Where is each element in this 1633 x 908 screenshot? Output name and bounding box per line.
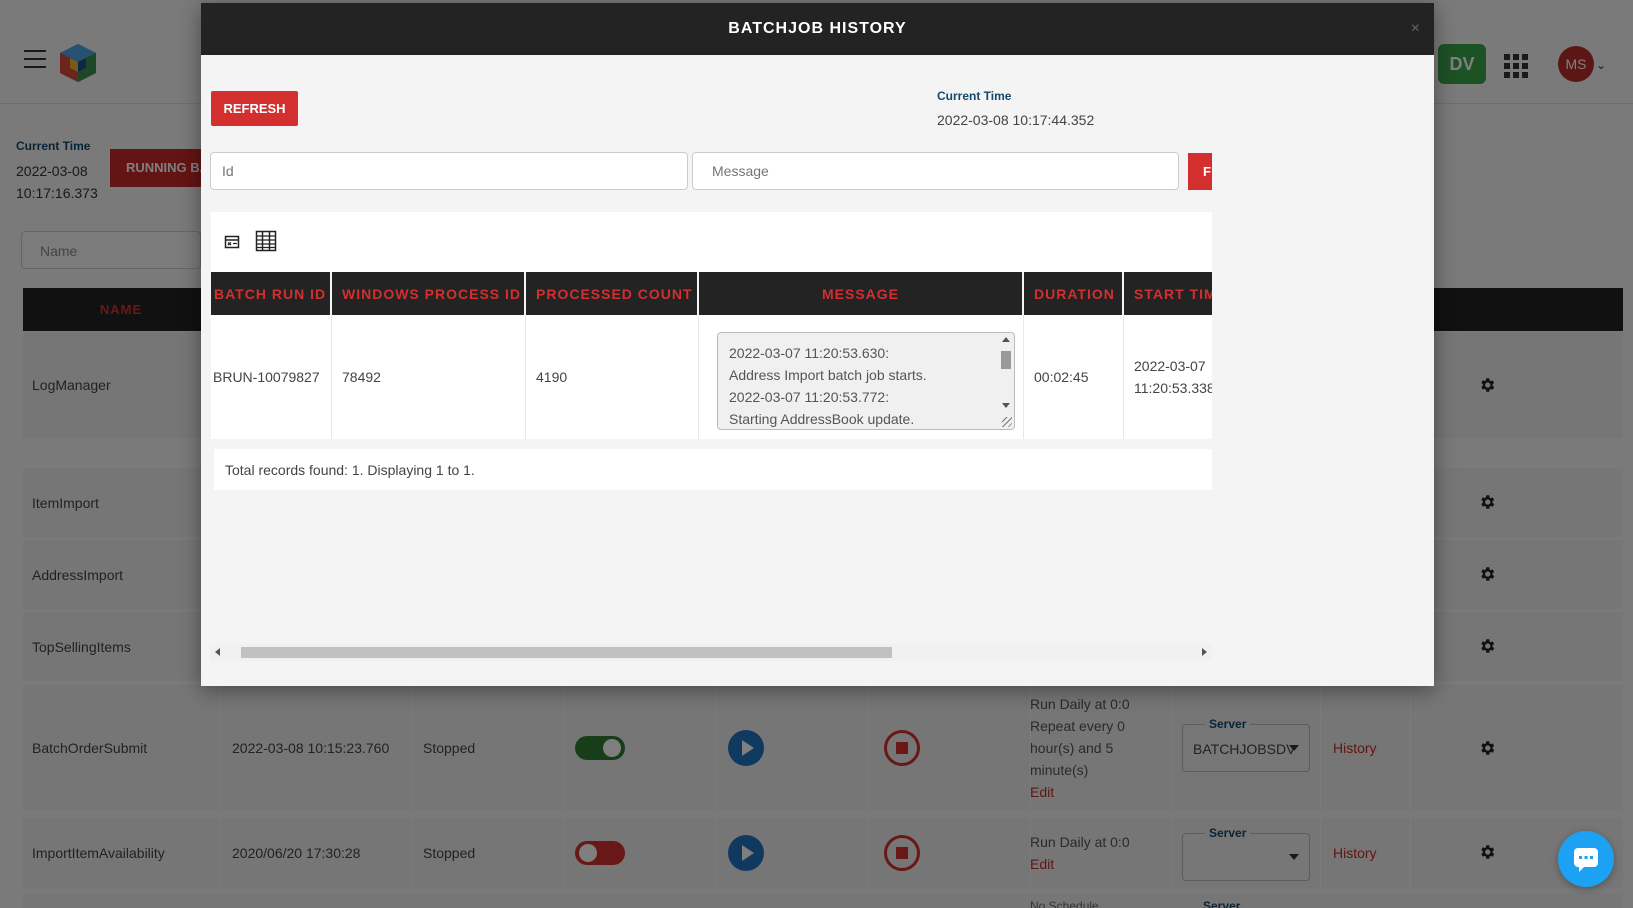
- column-header-processed-count[interactable]: PROCESSED COUNT: [526, 272, 697, 315]
- filter-button[interactable]: F: [1188, 153, 1212, 190]
- modal-title: BATCHJOB HISTORY: [728, 20, 907, 37]
- history-grid: BATCH RUN ID WINDOWS PROCESS ID PROCESSE…: [211, 212, 1212, 672]
- column-header-message[interactable]: MESSAGE: [699, 272, 1022, 315]
- refresh-button[interactable]: REFRESH: [211, 91, 298, 126]
- scroll-right-icon[interactable]: [1202, 648, 1207, 656]
- start-time-cell: 2022-03-07 11:20:53.338: [1134, 358, 1212, 396]
- chat-bubble-icon: [1574, 848, 1598, 872]
- horizontal-scrollbar[interactable]: [210, 644, 1212, 661]
- table-row[interactable]: BRUN-10079827 78492 4190 2022-03-07 11:2…: [211, 315, 1212, 439]
- modal-header: BATCHJOB HISTORY: [201, 3, 1434, 55]
- chat-button[interactable]: [1558, 831, 1614, 887]
- message-textarea[interactable]: 2022-03-07 11:20:53.630: Address Import …: [717, 332, 1015, 430]
- scroll-down-icon[interactable]: [1002, 403, 1010, 408]
- resize-handle-icon[interactable]: [1002, 417, 1012, 427]
- scroll-up-icon[interactable]: [1002, 337, 1010, 342]
- message-filter-input[interactable]: [692, 152, 1179, 190]
- processed-count-cell: 4190: [536, 369, 568, 385]
- grid-toolbar: [211, 212, 1212, 272]
- id-filter-input[interactable]: [210, 152, 688, 190]
- duration-cell: 00:02:45: [1034, 369, 1089, 385]
- grid-footer: Total records found: 1. Displaying 1 to …: [214, 449, 1212, 490]
- column-header-start-time[interactable]: START TIME: [1124, 272, 1212, 315]
- message-scrollbar[interactable]: [998, 333, 1014, 429]
- column-header-windows-process-id[interactable]: WINDOWS PROCESS ID: [332, 272, 524, 315]
- scrollbar-thumb[interactable]: [241, 647, 892, 658]
- batchjob-history-modal: BATCHJOB HISTORY × REFRESH Current Time …: [201, 3, 1434, 686]
- column-header-batch-run-id[interactable]: BATCH RUN ID: [211, 272, 330, 315]
- column-chooser-icon[interactable]: [255, 230, 277, 252]
- export-excel-icon[interactable]: [224, 234, 240, 250]
- scroll-left-icon[interactable]: [215, 648, 220, 656]
- close-icon[interactable]: ×: [1411, 21, 1420, 37]
- column-header-duration[interactable]: DURATION: [1024, 272, 1122, 315]
- current-time-value: 2022-03-08 10:17:44.352: [937, 112, 1095, 128]
- windows-process-id-cell: 78492: [342, 369, 381, 385]
- batch-run-id-cell: BRUN-10079827: [213, 369, 320, 385]
- current-time-label: Current Time: [937, 89, 1012, 103]
